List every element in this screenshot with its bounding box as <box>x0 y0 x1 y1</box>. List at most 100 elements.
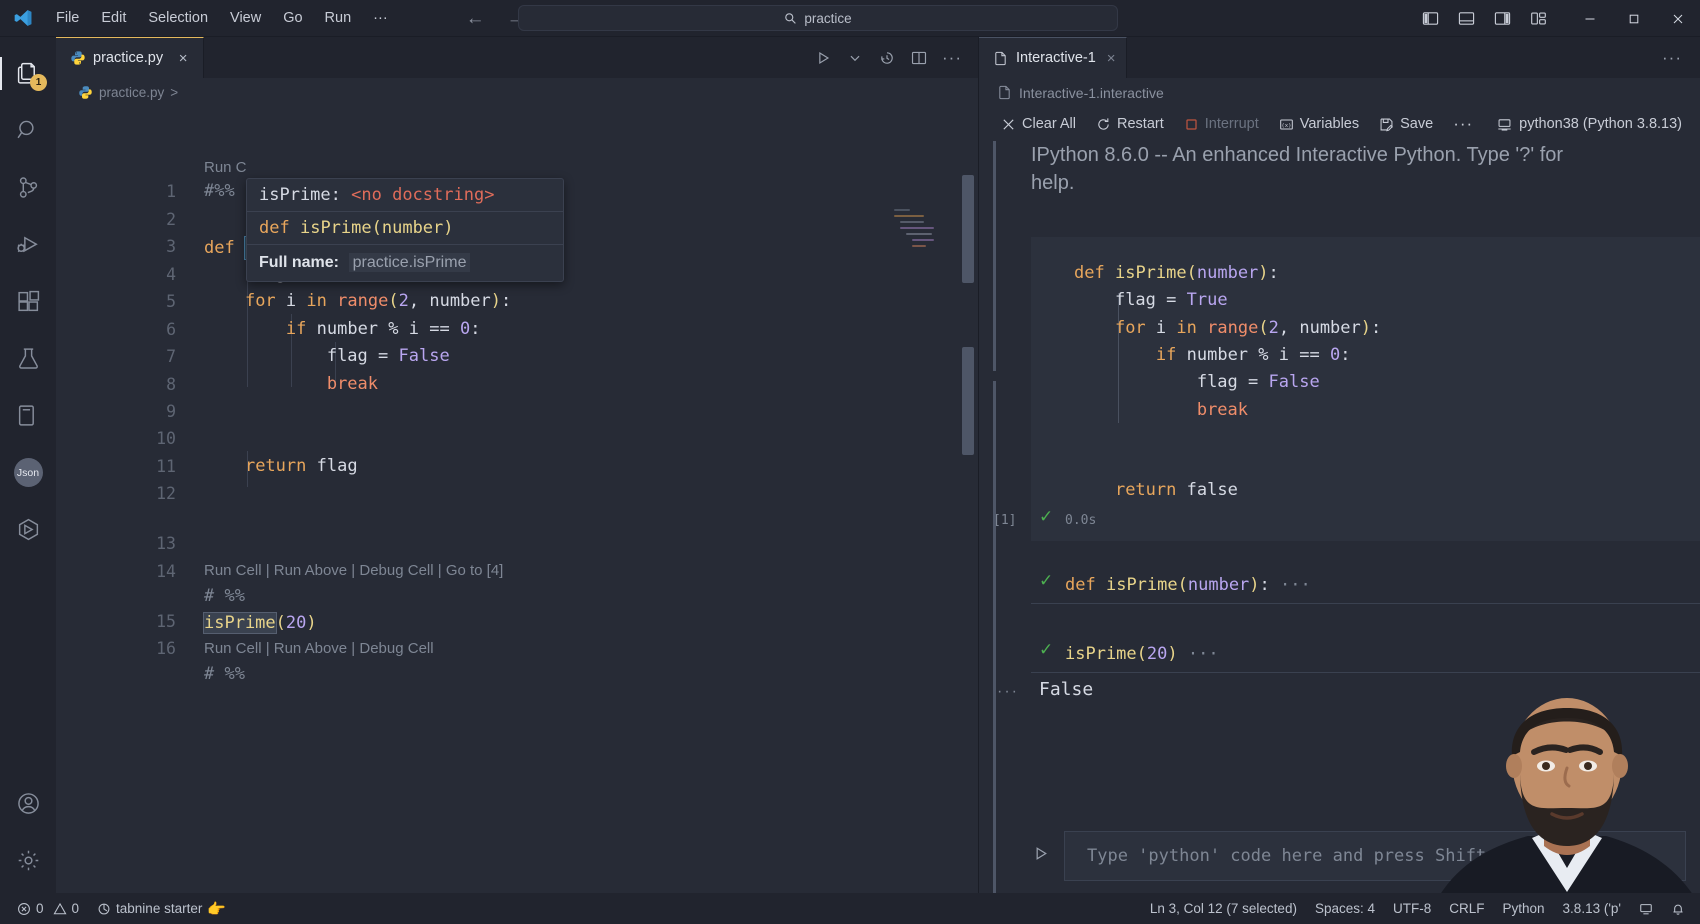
hover-def-line: def isPrime(number) <box>247 212 563 244</box>
codelens-cell-2[interactable]: Run Cell | Run Above | Debug Cell <box>204 640 434 657</box>
menu-edit[interactable]: Edit <box>91 7 136 29</box>
interactive-breadcrumb: Interactive-1.interactive <box>979 78 1700 107</box>
run-python-file-icon[interactable] <box>814 49 832 67</box>
toggle-primary-sidebar-icon[interactable] <box>1416 6 1444 32</box>
sidebar-item-json-tools[interactable]: Json <box>0 444 56 501</box>
more-actions-icon[interactable]: ··· <box>942 48 962 68</box>
line-number: 13 <box>156 534 176 553</box>
codelens-cell-1[interactable]: Run Cell | Run Above | Debug Cell | Go t… <box>204 562 503 579</box>
editor-scrollbar-track[interactable] <box>958 107 978 893</box>
tab-interactive-1[interactable]: Interactive-1 × <box>979 37 1127 78</box>
menu-go[interactable]: Go <box>273 7 312 29</box>
interrupt-button[interactable]: Interrupt <box>1176 113 1267 135</box>
status-eol[interactable]: CRLF <box>1440 893 1493 924</box>
menu-selection[interactable]: Selection <box>138 7 218 29</box>
restart-button[interactable]: Restart <box>1088 113 1172 135</box>
line-number: 1 <box>166 182 176 201</box>
activity-bar: 1 Json <box>0 37 56 893</box>
editor-scrollbar-thumb[interactable] <box>962 175 974 283</box>
minimize-icon[interactable] <box>1568 0 1612 37</box>
menu-view[interactable]: View <box>220 7 271 29</box>
menu-file[interactable]: File <box>46 7 89 29</box>
sidebar-item-run-and-debug[interactable] <box>0 216 56 273</box>
chevron-down-icon[interactable] <box>846 49 864 67</box>
hover-signature-label: isPrime: <box>259 185 341 205</box>
status-encoding[interactable]: UTF-8 <box>1384 893 1440 924</box>
variables-button[interactable]: (x) Variables <box>1271 113 1367 135</box>
interactive-toolbar: Clear All Restart Interrupt (x) Variable… <box>979 107 1700 141</box>
interactive-overflow-button[interactable]: ··· <box>1445 111 1481 137</box>
breadcrumb-file[interactable]: practice.py <box>99 85 164 100</box>
line-number: 9 <box>166 402 176 421</box>
code-line-6: if number % i == 0: <box>285 319 481 339</box>
save-button[interactable]: Save <box>1371 113 1441 135</box>
code-line-15: # %% <box>204 664 245 684</box>
kernel-selector[interactable]: python38 (Python 3.8.13) <box>1497 116 1700 132</box>
code-editor[interactable]: Run C 1 2 3 4 5 6 7 8 9 10 11 12 13 14 1… <box>56 107 978 893</box>
cell-code-line-5: flag = False <box>1196 372 1320 392</box>
sidebar-item-explorer[interactable]: 1 <box>0 45 56 102</box>
history-entry-1: def isPrime(number): ··· <box>1065 575 1311 595</box>
codelens-top[interactable]: Run C <box>204 159 247 176</box>
close-icon[interactable] <box>1656 0 1700 37</box>
breadcrumb: practice.py > <box>56 78 978 107</box>
sidebar-item-search[interactable] <box>0 102 56 159</box>
settings-button[interactable] <box>0 832 56 889</box>
source-control-icon <box>19 177 37 198</box>
breadcrumb-separator: > <box>170 85 179 100</box>
interactive-tab-close-icon[interactable]: × <box>1107 50 1116 67</box>
maximize-icon[interactable] <box>1612 0 1656 37</box>
status-problems[interactable]: 0 0 <box>8 893 88 924</box>
sidebar-item-notebook[interactable] <box>0 387 56 444</box>
toggle-secondary-sidebar-icon[interactable] <box>1488 6 1516 32</box>
split-editor-icon[interactable] <box>910 49 928 67</box>
variables-label: Variables <box>1299 116 1360 132</box>
timeline-icon[interactable] <box>878 49 896 67</box>
accounts-button[interactable] <box>0 775 56 832</box>
arrow-left-icon[interactable]: ← <box>466 9 485 28</box>
interactive-more-actions-icon[interactable]: ··· <box>1662 37 1700 78</box>
status-language-mode[interactable]: Python <box>1494 893 1554 924</box>
status-notifications[interactable] <box>1662 893 1694 924</box>
run-icon[interactable] <box>1031 844 1050 868</box>
sidebar-item-extensions[interactable] <box>0 273 56 330</box>
sidebar-item-source-control[interactable] <box>0 159 56 216</box>
tab-practice-py[interactable]: practice.py × <box>56 37 205 78</box>
command-center[interactable]: practice <box>518 5 1118 31</box>
minimap[interactable] <box>890 107 952 893</box>
tab-close-icon[interactable]: × <box>174 50 192 67</box>
menu-more[interactable]: ··· <box>363 7 398 29</box>
status-cursor-position[interactable]: Ln 3, Col 12 (7 selected) <box>1141 893 1306 924</box>
cell-code-line-2: flag = True <box>1114 290 1228 310</box>
interrupt-label: Interrupt <box>1204 116 1259 132</box>
hover-docstring: <no docstring> <box>351 185 495 205</box>
hover-def-params: (number) <box>371 218 454 238</box>
editor-scrollbar-thumb-secondary[interactable] <box>962 347 974 455</box>
variables-icon: (x) <box>1279 118 1293 130</box>
hover-def-keyword: def <box>259 218 290 238</box>
toggle-panel-icon[interactable] <box>1452 6 1480 32</box>
hover-signature-line: isPrime: <no docstring> <box>247 179 563 211</box>
history-entry-2: isPrime(20) ··· <box>1065 644 1219 664</box>
interactive-scrollbar-thumb-lower[interactable] <box>993 381 996 893</box>
stop-square-icon <box>1186 118 1197 130</box>
history-divider-1 <box>1031 603 1700 604</box>
status-remote-window[interactable] <box>1630 893 1662 924</box>
status-python-interpreter[interactable]: 3.8.13 ('p' <box>1554 893 1630 924</box>
interactive-tab-label: Interactive-1 <box>1016 50 1096 66</box>
menu-run[interactable]: Run <box>315 7 362 29</box>
status-tabnine[interactable]: tabnine starter 👉 <box>88 893 235 924</box>
notebook-file-icon <box>995 51 1006 65</box>
kernel-icon <box>1498 118 1511 131</box>
editor-tab-bar: practice.py × ··· <box>56 37 978 78</box>
line-number: 8 <box>166 375 176 394</box>
status-indentation[interactable]: Spaces: 4 <box>1306 893 1384 924</box>
search-icon <box>16 120 34 139</box>
search-icon <box>785 12 797 24</box>
error-count: 0 <box>36 901 44 916</box>
sidebar-item-testing[interactable] <box>0 330 56 387</box>
clear-all-button[interactable]: Clear All <box>993 113 1084 135</box>
sidebar-item-docker[interactable] <box>0 501 56 558</box>
customize-layout-icon[interactable] <box>1524 6 1552 32</box>
interactive-scrollbar-thumb[interactable] <box>993 141 996 371</box>
